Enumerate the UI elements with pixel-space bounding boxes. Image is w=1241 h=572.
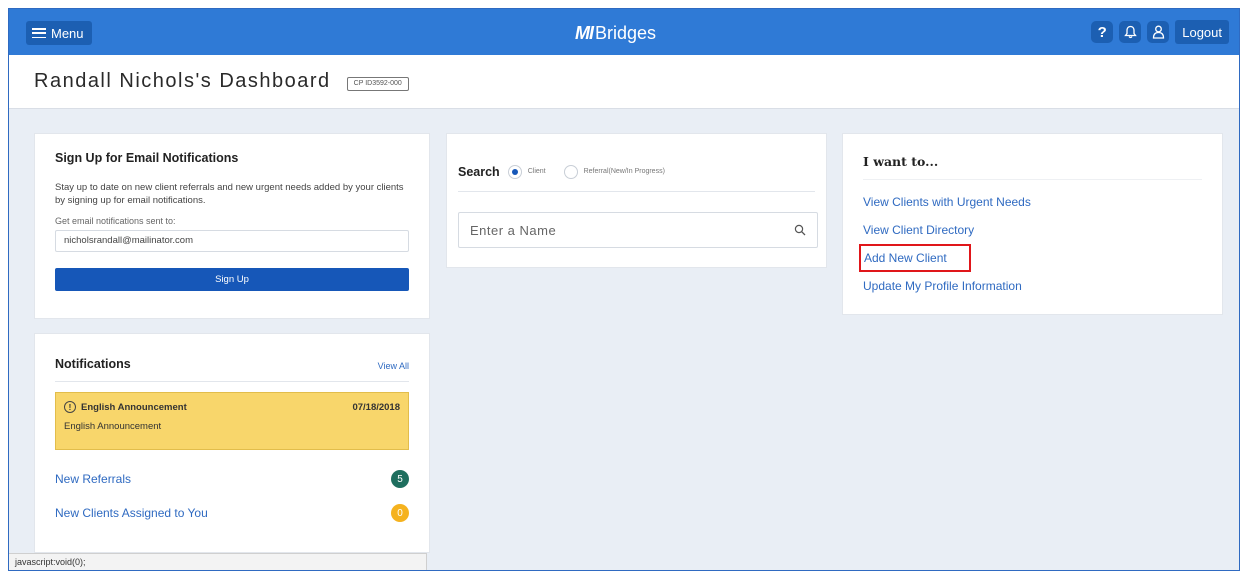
new-referrals-link[interactable]: New Referrals [55, 472, 131, 486]
new-clients-assigned-link[interactable]: New Clients Assigned to You [55, 506, 208, 520]
cp-id-badge: CP ID3592-000 [346, 76, 409, 91]
profile-button[interactable] [1147, 21, 1170, 43]
radio-client-label: Client [527, 168, 546, 175]
i-want-to-links: View Clients with Urgent Needs View Clie… [859, 188, 1202, 300]
hamburger-icon [32, 28, 46, 38]
radio-client[interactable]: Client [507, 164, 546, 179]
alert-icon: ! [64, 401, 76, 413]
help-icon: ? [1097, 23, 1107, 41]
update-profile-link[interactable]: Update My Profile Information [859, 277, 1026, 295]
email-card-title: Sign Up for Email Notifications [55, 151, 239, 165]
sign-up-button[interactable]: Sign Up [55, 267, 409, 291]
menu-button[interactable]: Menu [26, 21, 92, 45]
menu-button-label: Menu [51, 25, 84, 41]
i-want-to-title: I want to... [863, 154, 939, 169]
radio-referral[interactable]: Referral(New/In Progress) [563, 164, 665, 179]
view-urgent-needs-link[interactable]: View Clients with Urgent Needs [859, 193, 1035, 211]
radio-referral-label: Referral(New/In Progress) [583, 168, 665, 175]
logout-button[interactable]: Logout [1175, 20, 1229, 44]
top-navigation-bar: Menu MI Bridges ? Logout [9, 9, 1239, 55]
brand-logo[interactable]: MI Bridges [575, 21, 656, 45]
link-item: View Client Directory [863, 216, 1202, 244]
browser-status-bar: javascript:void(0); [9, 553, 427, 570]
notification-item-new-referrals: New Referrals 5 [55, 470, 409, 488]
radio-referral-dot [563, 164, 578, 179]
announcement-title: English Announcement [81, 401, 187, 413]
brand-mark: MI [575, 22, 594, 43]
announcement-date: 07/18/2018 [352, 401, 400, 413]
dashboard-header: Randall Nichols's Dashboard CP ID3592-00… [9, 55, 1239, 109]
email-card-description: Stay up to date on new client referrals … [55, 182, 404, 207]
bell-icon [1123, 25, 1137, 39]
brand-name: Bridges [595, 22, 657, 43]
new-referrals-count-badge: 5 [391, 470, 409, 488]
announcement-header: ! English Announcement 07/18/2018 [64, 401, 400, 413]
search-icon[interactable] [794, 224, 806, 236]
announcement-title-group: ! English Announcement [64, 401, 187, 413]
notifications-card: Notifications View All ! English Announc… [34, 333, 430, 553]
email-field-label: Get email notifications sent to: [55, 215, 176, 226]
email-notifications-card: Sign Up for Email Notifications Stay up … [34, 133, 430, 319]
new-clients-count-badge: 0 [391, 504, 409, 522]
add-new-client-link[interactable]: Add New Client [859, 244, 971, 272]
radio-client-dot [507, 164, 522, 179]
search-card: Search Client Referral(New/In Progress) … [446, 133, 827, 268]
i-want-to-card: I want to... View Clients with Urgent Ne… [842, 133, 1223, 315]
link-item: Update My Profile Information [863, 272, 1202, 300]
announcement-body: English Announcement [64, 421, 162, 432]
search-placeholder: Enter a Name [470, 222, 557, 238]
search-input[interactable]: Enter a Name [458, 212, 818, 248]
view-all-link[interactable]: View All [378, 361, 409, 371]
page-title: Randall Nichols's Dashboard [34, 70, 331, 92]
notifications-header: Notifications View All [55, 334, 409, 382]
help-button[interactable]: ? [1091, 21, 1114, 43]
notification-item-new-clients: New Clients Assigned to You 0 [55, 504, 409, 522]
i-want-to-header: I want to... [863, 134, 1202, 180]
search-label: Search [458, 164, 500, 179]
search-header: Search Client Referral(New/In Progress) [458, 134, 815, 192]
announcement-banner[interactable]: ! English Announcement 07/18/2018 Englis… [55, 392, 409, 450]
user-icon [1152, 25, 1164, 39]
browser-viewport: Menu MI Bridges ? Logout Randall Nichols… [8, 8, 1240, 571]
view-client-directory-link[interactable]: View Client Directory [859, 221, 978, 239]
top-right-actions: ? Logout [1091, 20, 1229, 44]
email-field[interactable]: nicholsrandall@mailinator.com [55, 229, 409, 252]
notifications-title: Notifications [55, 357, 131, 371]
link-item: View Clients with Urgent Needs [863, 188, 1202, 216]
notifications-button[interactable] [1119, 21, 1142, 43]
link-item: Add New Client [859, 244, 1202, 272]
